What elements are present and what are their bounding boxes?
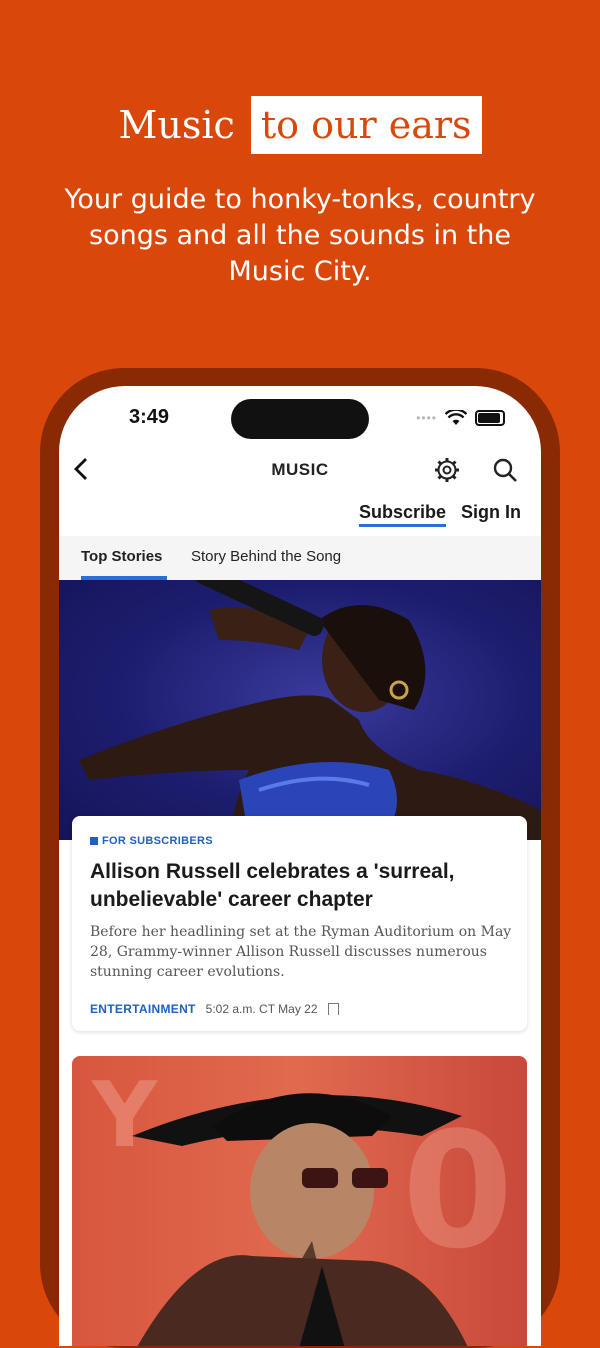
second-article-image[interactable]: Y 0	[72, 1056, 527, 1346]
battery-icon	[475, 410, 505, 426]
subscribe-link[interactable]: Subscribe	[359, 502, 447, 527]
svg-text:Y: Y	[91, 1063, 159, 1168]
wifi-icon	[445, 410, 467, 425]
signal-icon: ••••	[416, 411, 437, 425]
sign-in-link[interactable]: Sign In	[461, 502, 521, 523]
article-card[interactable]: FOR SUBSCRIBERS Allison Russell celebrat…	[72, 816, 527, 1031]
second-article-illustration: Y 0	[91, 1063, 513, 1346]
article-category[interactable]: ENTERTAINMENT	[90, 1002, 196, 1016]
article-description: Before her headlining set at the Ryman A…	[90, 924, 512, 980]
gear-icon[interactable]	[433, 456, 461, 484]
tab-top-stories[interactable]: Top Stories	[81, 548, 162, 565]
search-icon[interactable]	[491, 456, 519, 484]
article-title[interactable]: Allison Russell celebrates a 'surreal, u…	[90, 858, 510, 914]
hero-illustration	[79, 580, 541, 840]
promo-headline: Music to our ears	[0, 96, 600, 154]
headline-highlight: to our ears	[250, 96, 482, 154]
dynamic-island	[231, 399, 369, 439]
hero-image[interactable]	[59, 580, 541, 840]
tab-bar: Top Stories Story Behind the Song	[59, 536, 541, 581]
subscriber-badge: FOR SUBSCRIBERS	[90, 835, 213, 847]
headline-plain: Music	[118, 103, 235, 147]
page-title: MUSIC	[271, 460, 329, 479]
navbar: MUSIC	[59, 452, 541, 492]
article-timestamp: 5:02 a.m. CT May 22	[205, 1002, 318, 1016]
tab-story-behind-the-song[interactable]: Story Behind the Song	[191, 548, 341, 565]
status-time: 3:49	[129, 406, 170, 428]
promo-subhead: Your guide to honky-tonks, country songs…	[64, 184, 536, 287]
phone-screen: 3:49 •••• MUSIC Subscribe Sign In Top St…	[59, 386, 541, 1346]
article-meta: ENTERTAINMENT 5:02 a.m. CT May 22	[90, 1002, 339, 1016]
badge-label: FOR SUBSCRIBERS	[102, 835, 213, 847]
badge-square-icon	[90, 837, 98, 845]
status-icons: ••••	[416, 410, 505, 426]
bookmark-icon[interactable]	[327, 1003, 339, 1015]
